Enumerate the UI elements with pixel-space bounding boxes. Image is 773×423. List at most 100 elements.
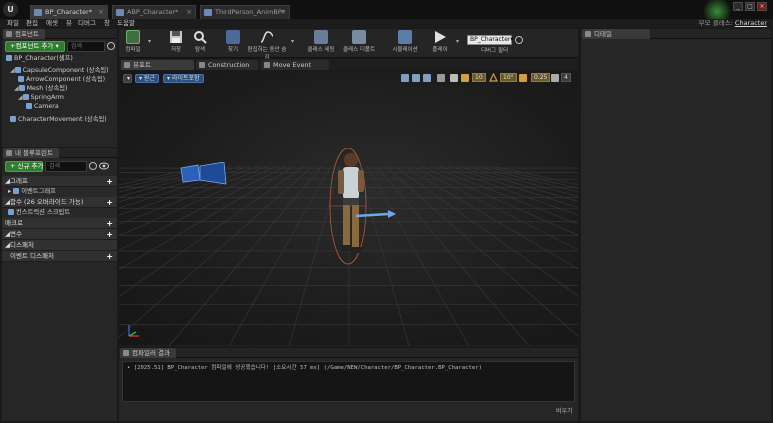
debug-search-icon[interactable]	[515, 36, 523, 44]
view-mode-lit-button[interactable]: ▾ 라이트포함	[163, 74, 204, 83]
source-control-indicator	[702, 0, 732, 19]
save-button[interactable]: 저장	[165, 30, 187, 53]
scale-snap-icon[interactable]	[519, 74, 527, 82]
tab-move-event[interactable]: Move Event	[261, 60, 329, 70]
simulate-button[interactable]: 시뮬레이션	[390, 30, 420, 53]
close-window-button[interactable]: ×	[757, 2, 767, 11]
viewport-options-dropdown[interactable]: ▾	[123, 74, 132, 83]
find-button[interactable]: 찾기	[222, 30, 244, 53]
document-tab-bp-character[interactable]: BP_Character* ×	[30, 5, 108, 19]
eye-icon[interactable]	[99, 162, 109, 170]
minimize-button[interactable]: _	[733, 2, 743, 11]
add-variable-icon[interactable]: +	[106, 229, 113, 240]
add-macro-icon[interactable]: +	[106, 218, 113, 229]
scale-snap-value[interactable]: 0.25	[531, 73, 551, 82]
class-settings-button[interactable]: 클래스 세팅	[306, 30, 336, 53]
debug-object-select[interactable]: BP_Character▾	[467, 35, 513, 45]
component-charactermovement[interactable]: CharacterMovement (상속됨)	[10, 116, 107, 124]
close-tab-icon[interactable]: ×	[280, 8, 286, 16]
myblueprint-panel-header: 내 블루프린트	[2, 148, 117, 158]
menu-debug[interactable]: 디버그	[78, 19, 96, 28]
category-event-dispatchers[interactable]: 이벤트 디스패처 +	[2, 251, 117, 262]
item-construction-script[interactable]: 컨스트럭션 스크립트	[2, 208, 117, 218]
item-eventgraph[interactable]: ▸ 이벤트그래프	[2, 187, 117, 197]
tab-details[interactable]: 디테일	[582, 29, 650, 39]
class-defaults-button[interactable]: 클래스 디폴트	[342, 30, 376, 53]
tab-construction-script[interactable]: Construction Scrip	[196, 60, 258, 78]
camera-component-gizmo[interactable]	[180, 161, 228, 186]
search-icon[interactable]	[89, 162, 97, 170]
parent-class-link[interactable]: Character	[735, 19, 767, 27]
binoculars-icon	[226, 30, 240, 44]
play-options-dropdown[interactable]: ▾	[456, 38, 459, 45]
add-graph-icon[interactable]: +	[106, 176, 113, 187]
menu-help[interactable]: 도움말	[117, 19, 135, 28]
document-tab-abp-character[interactable]: ABP_Character* ×	[112, 5, 196, 19]
function-icon	[8, 209, 14, 215]
close-tab-icon[interactable]: ×	[186, 8, 192, 16]
camera-speed-icon[interactable]	[551, 74, 559, 82]
camera-speed-value[interactable]: 4	[561, 73, 571, 82]
components-icon	[6, 31, 12, 37]
category-graphs[interactable]: ◢그래프 +	[2, 176, 117, 187]
category-dispatchers[interactable]: ◢디스패처	[2, 240, 117, 251]
component-camera[interactable]: Camera	[26, 103, 59, 111]
maximize-button[interactable]: □	[745, 2, 755, 11]
component-root[interactable]: BP_Character(셀프)	[6, 55, 73, 63]
scale-tool-icon[interactable]	[423, 74, 431, 82]
play-button[interactable]: 플레이	[429, 30, 451, 53]
tab-my-blueprint[interactable]: 내 블루프린트	[3, 148, 59, 158]
rotation-snap-value[interactable]: 10°	[500, 73, 517, 82]
myblueprint-search-input[interactable]: 검색	[45, 161, 87, 172]
component-mesh[interactable]: ◢ Mesh (상속됨)	[14, 85, 68, 93]
translate-tool-icon[interactable]	[401, 74, 409, 82]
search-icon[interactable]	[107, 42, 115, 50]
hide-unrelated-button[interactable]: 편집하는 동안 숨김	[246, 30, 288, 61]
capsule-icon	[14, 67, 21, 73]
tab-viewport[interactable]: 뷰포트	[121, 60, 194, 70]
gear-icon	[314, 30, 328, 44]
menu-edit[interactable]: 편집	[26, 19, 38, 28]
blueprint-icon	[34, 9, 42, 16]
blueprint-icon	[6, 150, 12, 156]
component-springarm[interactable]: ◢ SpringArm	[18, 94, 64, 102]
rotate-tool-icon[interactable]	[412, 74, 420, 82]
rotation-snap-icon[interactable]	[489, 72, 498, 82]
category-macros[interactable]: 매크로 +	[2, 218, 117, 229]
perspective-button[interactable]: ▾ 원근	[135, 74, 159, 83]
category-functions[interactable]: ◢함수 (26 오버라이드 가능) +	[2, 197, 117, 208]
component-capsule[interactable]: ◢ CapsuleComponent (상속됨)	[10, 67, 109, 75]
browse-button[interactable]: 탐색	[189, 30, 211, 53]
hide-options-dropdown[interactable]: ▾	[291, 38, 294, 45]
components-search-input[interactable]: 검색	[67, 41, 105, 52]
surface-snap-icon[interactable]	[450, 74, 458, 82]
compiler-log[interactable]: • [2025.51] BP_Character 컴파일에 성공했습니다! [소…	[122, 361, 575, 402]
component-arrow[interactable]: ArrowComponent (상속됨)	[18, 76, 105, 84]
camera-icon	[26, 103, 32, 109]
menu-asset[interactable]: 애셋	[46, 19, 58, 28]
menu-window[interactable]: 창	[104, 19, 110, 28]
document-tab-thirdperson-animbp[interactable]: ThirdPerson_AnimBP* ×	[200, 5, 290, 19]
compile-options-dropdown[interactable]: ▾	[148, 38, 151, 45]
add-new-button[interactable]: + 신규 추가 ▾	[5, 161, 49, 172]
grid-snap-value[interactable]: 10	[472, 73, 486, 82]
actor-icon	[6, 55, 12, 61]
add-component-button[interactable]: +컴포넌트 추가 ▾	[5, 41, 65, 52]
character-mesh[interactable]	[318, 147, 398, 272]
compile-icon	[126, 30, 140, 44]
close-tab-icon[interactable]: ×	[98, 8, 104, 16]
add-function-icon[interactable]: +	[106, 197, 113, 208]
category-variables[interactable]: ◢변수 +	[2, 229, 117, 240]
menu-view[interactable]: 뷰	[66, 19, 72, 28]
anim-blueprint-icon	[116, 9, 124, 16]
grid-snap-icon[interactable]	[461, 74, 469, 82]
compile-button[interactable]: 컴파일	[122, 30, 144, 53]
clear-log-button[interactable]: 비우기	[556, 406, 573, 415]
tab-components[interactable]: 컴포넌트	[3, 29, 45, 39]
add-dispatcher-icon[interactable]: +	[106, 251, 113, 262]
tab-compiler-results[interactable]: 컴파일러 결과	[120, 348, 176, 358]
world-local-icon[interactable]	[437, 74, 445, 82]
collapse-arrow-icon[interactable]: ▸	[8, 188, 11, 195]
menu-file[interactable]: 파일	[7, 19, 19, 28]
viewport-icon	[124, 62, 130, 68]
